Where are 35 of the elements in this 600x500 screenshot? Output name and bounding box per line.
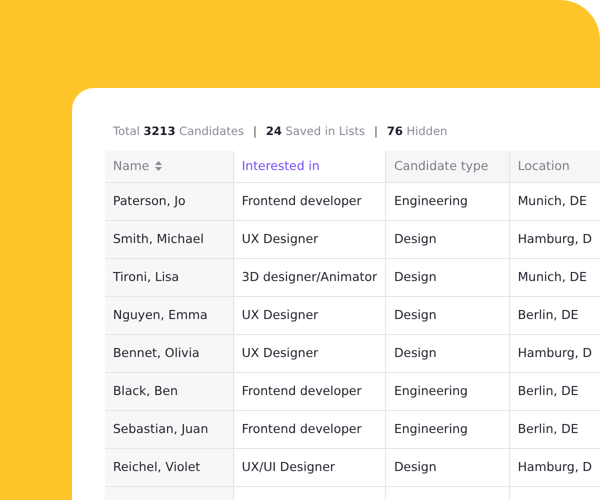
column-header[interactable]: Interested in: [233, 151, 386, 182]
table-cell: Smith, Michael: [105, 220, 234, 258]
table-cell: Tironi, Lisa: [105, 258, 234, 296]
table-cell: Paterson, Jo: [105, 182, 234, 220]
table-cell: Frontend developer: [233, 372, 386, 410]
table-cell: Nguyen, Emma: [105, 296, 234, 334]
table-cell: Engineering: [386, 372, 510, 410]
table-cell: Design: [386, 334, 510, 372]
column-header[interactable]: Location: [509, 151, 600, 182]
table-cell: Reichel, Violet: [105, 448, 234, 486]
table-cell: Design: [386, 296, 510, 334]
table-cell: Frontend developer: [233, 410, 386, 448]
table-cell: Design: [386, 258, 510, 296]
table-cell: Sebastian, Juan: [105, 410, 234, 448]
table-cell: Bennet, Olivia: [105, 334, 234, 372]
table-cell: Engineering: [386, 410, 510, 448]
table-cell: 3D designer/Animator: [233, 258, 386, 296]
summary-text: 24 Saved in Lists: [266, 124, 365, 138]
table-cell: Design: [386, 448, 510, 486]
table-cell: Black, Ben: [105, 372, 234, 410]
table-cell: UX Designer: [233, 296, 386, 334]
column-header[interactable]: Candidate type: [386, 151, 510, 182]
summary-text: 76 Hidden: [386, 124, 448, 138]
column-header[interactable]: Name: [105, 151, 234, 182]
table-cell: Frontend developer: [233, 182, 386, 220]
table-cell: UX/UI Designer: [233, 448, 386, 486]
table-cell: Engineering: [386, 182, 510, 220]
summary-text: Total 3213 Candidates: [113, 124, 244, 138]
sort-icon[interactable]: [155, 161, 162, 172]
separator: |: [252, 124, 257, 138]
table-cell: UX Designer: [233, 220, 386, 258]
table-cell: UX Designer: [233, 334, 386, 372]
separator: |: [374, 124, 378, 138]
table-cell: Design: [386, 220, 510, 258]
column-label: Name: [113, 159, 150, 174]
